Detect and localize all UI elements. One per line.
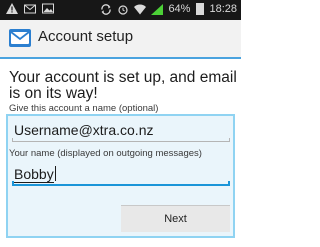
your-name-field[interactable]: Bobby: [14, 166, 229, 183]
wifi-icon: [134, 4, 147, 15]
image-notification-icon: [42, 3, 54, 14]
your-name-label: Your name (displayed on outgoing message…: [9, 148, 202, 159]
account-name-field[interactable]: Username@xtra.co.nz: [14, 122, 229, 138]
status-bar: 64% 18:28: [0, 0, 241, 20]
sync-icon: [100, 3, 112, 15]
battery-percent: 64%: [168, 3, 191, 15]
status-bar-left: [6, 3, 54, 14]
setup-complete-headline: Your account is set up, and email is on …: [9, 69, 237, 102]
clock: 18:28: [209, 3, 237, 15]
your-name-value: Bobby: [14, 166, 54, 183]
account-name-hint: Give this account a name (optional): [9, 103, 159, 114]
battery-icon: [196, 3, 205, 15]
warning-icon: [6, 3, 18, 14]
next-button[interactable]: Next: [121, 205, 230, 232]
action-bar-divider: [0, 57, 241, 59]
status-bar-right: 64% 18:28: [100, 3, 237, 15]
text-cursor: [54, 166, 56, 181]
your-name-underline: [12, 181, 230, 186]
signal-strength-icon: [151, 3, 164, 15]
account-name-underline: [12, 138, 230, 142]
action-bar-title: Account setup: [38, 28, 134, 45]
alarm-icon: [117, 4, 129, 15]
mail-notification-icon: [24, 3, 36, 14]
email-icon[interactable]: [9, 29, 31, 47]
